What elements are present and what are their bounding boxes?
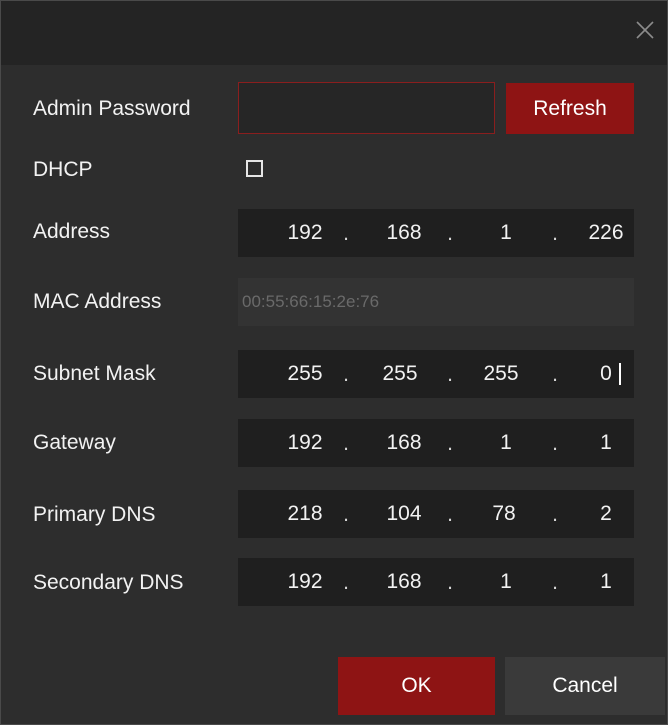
dhcp-label: DHCP <box>33 158 93 181</box>
secondary-dns-octet-1[interactable]: 192 <box>275 558 335 606</box>
primary-dns-octet-1[interactable]: 218 <box>275 490 335 538</box>
secondary-dns-octet-3[interactable]: 1 <box>476 558 536 606</box>
gateway-field[interactable]: 192 . 168 . 1 . 1 <box>238 419 634 467</box>
separator: . <box>552 571 558 594</box>
mac-address-label: MAC Address <box>33 290 162 313</box>
primary-dns-octet-4[interactable]: 2 <box>576 490 636 538</box>
address-octet-4[interactable]: 226 <box>576 209 636 257</box>
gateway-octet-3[interactable]: 1 <box>476 419 536 467</box>
address-octet-3[interactable]: 1 <box>476 209 536 257</box>
separator: . <box>552 363 558 386</box>
separator: . <box>447 432 453 455</box>
separator: . <box>343 363 349 386</box>
secondary-dns-field[interactable]: 192 . 168 . 1 . 1 <box>238 558 634 606</box>
secondary-dns-label: Secondary DNS <box>33 571 184 594</box>
secondary-dns-octet-2[interactable]: 168 <box>374 558 434 606</box>
separator: . <box>552 503 558 526</box>
subnet-mask-octet-1[interactable]: 255 <box>275 350 335 398</box>
primary-dns-label: Primary DNS <box>33 503 156 526</box>
separator: . <box>552 222 558 245</box>
refresh-button[interactable]: Refresh <box>506 83 634 134</box>
gateway-label: Gateway <box>33 431 116 454</box>
admin-password-label: Admin Password <box>33 97 191 120</box>
ok-button[interactable]: OK <box>338 657 495 715</box>
separator: . <box>447 571 453 594</box>
subnet-mask-label: Subnet Mask <box>33 362 156 385</box>
separator: . <box>552 432 558 455</box>
admin-password-input[interactable] <box>238 82 495 134</box>
mac-address-field: 00:55:66:15:2e:76 <box>238 278 634 326</box>
separator: . <box>447 363 453 386</box>
close-icon[interactable] <box>633 18 657 42</box>
subnet-mask-octet-2[interactable]: 255 <box>370 350 430 398</box>
separator: . <box>447 503 453 526</box>
subnet-mask-octet-4[interactable]: 0 <box>576 350 636 398</box>
address-field[interactable]: 192 . 168 . 1 . 226 <box>238 209 634 257</box>
separator: . <box>343 571 349 594</box>
address-octet-1[interactable]: 192 <box>275 209 335 257</box>
separator: . <box>447 222 453 245</box>
gateway-octet-4[interactable]: 1 <box>576 419 636 467</box>
cancel-button[interactable]: Cancel <box>505 657 665 715</box>
text-caret <box>619 363 621 385</box>
gateway-octet-1[interactable]: 192 <box>275 419 335 467</box>
primary-dns-octet-3[interactable]: 78 <box>474 490 534 538</box>
dhcp-checkbox[interactable] <box>246 160 263 177</box>
subnet-mask-field[interactable]: 255 . 255 . 255 . 0 <box>238 350 634 398</box>
dialog-titlebar <box>1 1 667 65</box>
secondary-dns-octet-4[interactable]: 1 <box>576 558 636 606</box>
separator: . <box>343 432 349 455</box>
subnet-mask-octet-3[interactable]: 255 <box>471 350 531 398</box>
separator: . <box>343 222 349 245</box>
address-octet-2[interactable]: 168 <box>374 209 434 257</box>
primary-dns-octet-2[interactable]: 104 <box>374 490 434 538</box>
address-label: Address <box>33 220 111 243</box>
gateway-octet-2[interactable]: 168 <box>374 419 434 467</box>
mac-address-value: 00:55:66:15:2e:76 <box>242 292 380 311</box>
primary-dns-field[interactable]: 218 . 104 . 78 . 2 <box>238 490 634 538</box>
separator: . <box>343 503 349 526</box>
